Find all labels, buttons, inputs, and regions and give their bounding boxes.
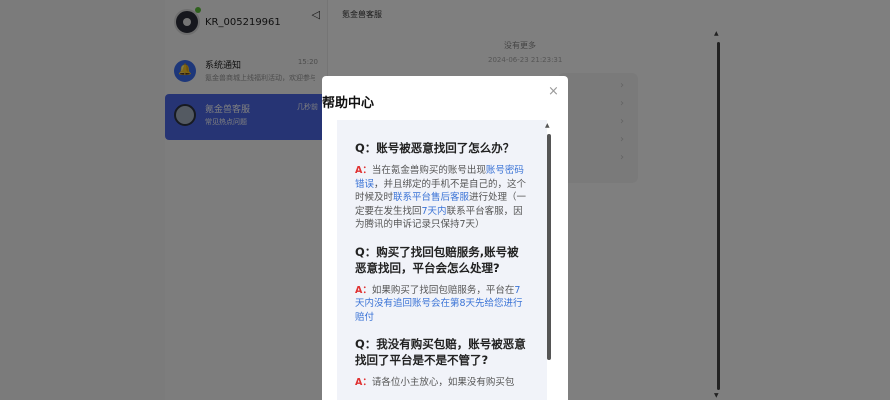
answer-text: 请各位小主放心，如果没有购买包 xyxy=(371,377,515,388)
faq-question: Q：购买了找回包赔服务,账号被恶意找回，平台会怎么处理? xyxy=(355,244,519,275)
faq-question: Q：账号被恶意找回了怎么办？ xyxy=(355,141,515,155)
answer-text: 当在氪金兽购买的账号出现 xyxy=(371,165,486,176)
faq-answer: A：如果购买了找回包赔服务，平台在7天内没有追回账号会在第8天先给您进行赔付 xyxy=(355,284,527,325)
answer-link[interactable]: 联系平台售后客服 xyxy=(393,192,469,203)
answer-text: 如果购买了找回包赔服务，平台在 xyxy=(371,284,515,296)
faq-answer: A：请各位小主放心，如果没有购买包 xyxy=(355,376,527,390)
help-center-modal: 帮助中心 × Q：账号被恶意找回了怎么办？ A：当在氪金兽购买的账号出现账号密码… xyxy=(322,76,568,400)
faq-scrollbar[interactable] xyxy=(547,134,551,360)
faq-item: Q：账号被恶意找回了怎么办？ A：当在氪金兽购买的账号出现账号密码错误，并且绑定… xyxy=(355,140,527,232)
faq-list: Q：账号被恶意找回了怎么办？ A：当在氪金兽购买的账号出现账号密码错误，并且绑定… xyxy=(355,140,527,400)
faq-answer: A：当在氪金兽购买的账号出现账号密码错误，并且绑定的手机不是自己的，这个时候及时… xyxy=(355,164,527,232)
faq-item: Q：购买了找回包赔服务,账号被恶意找回，平台会怎么处理? A：如果购买了找回包赔… xyxy=(355,244,527,325)
faq-item: Q：我没有购买包赔，账号被恶意找回了平台是不是不管了? A：请各位小主放心，如果… xyxy=(355,336,527,390)
faq-panel: Q：账号被恶意找回了怎么办？ A：当在氪金兽购买的账号出现账号密码错误，并且绑定… xyxy=(337,120,547,400)
answer-prefix: A： xyxy=(355,377,372,388)
scroll-up-arrow-icon[interactable]: ▲ xyxy=(545,122,550,129)
answer-prefix: A： xyxy=(355,284,372,296)
close-icon[interactable]: × xyxy=(548,84,559,99)
answer-prefix: A： xyxy=(355,165,372,176)
faq-question: Q：我没有购买包赔，账号被恶意找回了平台是不是不管了? xyxy=(355,337,526,367)
answer-highlight: 7天内 xyxy=(421,205,447,217)
modal-title: 帮助中心 xyxy=(322,96,375,111)
